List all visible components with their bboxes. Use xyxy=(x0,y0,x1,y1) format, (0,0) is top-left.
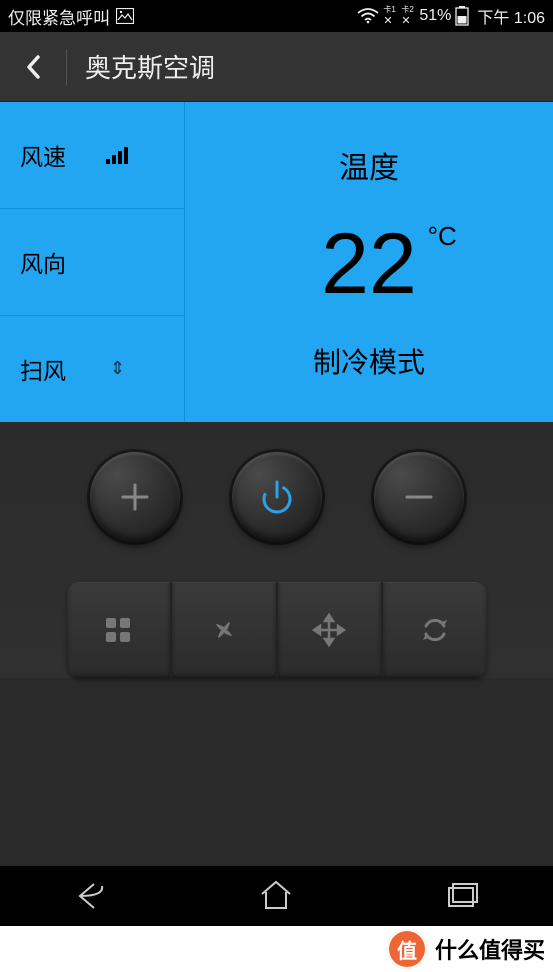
mode-label: 制冷模式 xyxy=(313,341,425,381)
temperature-label: 温度 xyxy=(339,143,399,187)
power-icon xyxy=(257,477,297,517)
mode-sync-button[interactable] xyxy=(383,582,487,678)
mode-fan-button[interactable] xyxy=(172,582,278,678)
temp-up-button[interactable] xyxy=(90,452,180,542)
nav-home-icon xyxy=(258,878,294,914)
mode-button-row xyxy=(67,582,487,678)
back-icon xyxy=(24,53,42,81)
minus-icon xyxy=(399,477,439,517)
gallery-icon xyxy=(116,8,134,24)
sim1-indicator: 卡1 ✕ xyxy=(383,7,397,25)
page-title: 奥克斯空调 xyxy=(85,48,215,85)
clock-text: 下午 1:06 xyxy=(477,4,545,28)
display-panel: 风速 风向 扫风 温度 22°C 制冷模式 xyxy=(0,102,553,422)
sync-icon xyxy=(418,613,452,647)
fan-icon xyxy=(207,613,241,647)
watermark-text: 什么值得买 xyxy=(435,933,545,965)
swing-label: 扫风 xyxy=(20,352,66,386)
menu-fan-speed[interactable]: 风速 xyxy=(0,102,185,209)
menu-fan-direction[interactable]: 风向 xyxy=(0,209,185,316)
move-icon xyxy=(312,613,346,647)
watermark: 值 什么值得买 xyxy=(0,926,553,972)
temperature-unit: °C xyxy=(428,223,457,249)
app-header: 奥克斯空调 xyxy=(0,32,553,102)
watermark-seal: 值 xyxy=(387,929,427,969)
carrier-text: 仅限紧急呼叫 xyxy=(8,4,110,29)
mode-grid-button[interactable] xyxy=(67,582,173,678)
battery-pct: 51% xyxy=(419,7,451,25)
fan-speed-label: 风速 xyxy=(20,138,66,172)
grid-icon xyxy=(101,613,135,647)
header-divider xyxy=(66,49,67,85)
nav-home-button[interactable] xyxy=(258,878,294,914)
nav-recent-icon xyxy=(443,878,479,914)
temperature-value: 22°C xyxy=(321,221,417,307)
menu-swing[interactable]: 扫风 xyxy=(0,316,185,422)
sim2-indicator: 卡2 ✕ xyxy=(401,7,415,25)
wifi-icon xyxy=(357,8,379,24)
nav-back-button[interactable] xyxy=(74,878,110,914)
back-button[interactable] xyxy=(18,53,48,81)
status-bar: 仅限紧急呼叫 卡1 ✕ 卡2 ✕ 51% 下午 1:06 xyxy=(0,0,553,32)
controls-area xyxy=(0,422,553,678)
nav-recent-button[interactable] xyxy=(443,878,479,914)
power-button[interactable] xyxy=(232,452,322,542)
battery-icon xyxy=(455,6,469,26)
plus-icon xyxy=(115,477,155,517)
android-nav-bar xyxy=(0,866,553,926)
swing-icon xyxy=(106,360,130,378)
mode-move-button[interactable] xyxy=(278,582,384,678)
temp-down-button[interactable] xyxy=(374,452,464,542)
signal-bars-icon xyxy=(106,146,128,164)
nav-back-icon xyxy=(74,878,110,914)
fan-dir-label: 风向 xyxy=(20,245,66,279)
